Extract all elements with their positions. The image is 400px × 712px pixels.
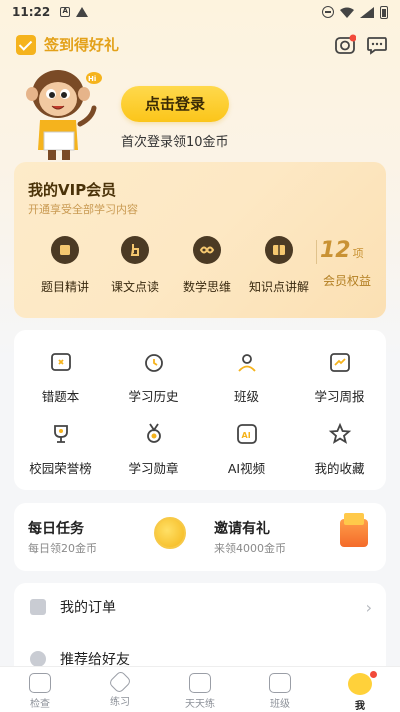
notification-a-icon: A [60,7,71,17]
vip-item-math[interactable]: 数学思维 [169,236,245,295]
class-list-icon [269,673,291,693]
nav-me[interactable]: 我 [320,667,400,712]
vip-item-topic[interactable]: 题目精讲 [27,236,103,295]
svg-text:AI: AI [241,431,250,440]
feature-class[interactable]: 班级 [200,350,293,405]
daily-check-icon [189,673,211,693]
finger-point-icon [121,236,149,264]
gift-icon[interactable] [340,513,368,547]
feature-honor-board[interactable]: 校园荣誉榜 [14,422,107,477]
infinity-icon [193,236,221,264]
feature-grid: 错题本 学习历史 班级 学习周报 校园荣誉榜 学习勋章 AI AI视频 我的收藏 [14,330,386,490]
status-time: 11:22 [12,5,51,19]
battery-icon [380,5,388,19]
daily-task-title[interactable]: 每日任务 [28,518,84,538]
feature-weekly-report[interactable]: 学习周报 [293,350,386,405]
feature-medal[interactable]: 学习勋章 [107,422,200,477]
invite-title[interactable]: 邀请有礼 [214,518,270,538]
feature-ai-video[interactable]: AI AI视频 [200,422,293,477]
feature-favorites[interactable]: 我的收藏 [293,422,386,477]
camera-icon [29,673,51,693]
invite-sub: 来领4000金币 [214,542,286,555]
feature-wrong-book[interactable]: 错题本 [14,350,107,405]
report-icon [329,353,350,372]
nav-practice[interactable]: 练习 [80,667,160,712]
vip-card[interactable]: 我的VIP会员 开通享受全部学习内容 题目精讲 课文点读 数学思维 知识点讲解 … [14,162,386,318]
login-hint: 首次登录领10金币 [121,135,229,150]
svg-text:Hi: Hi [88,75,96,83]
vip-item-knowledge[interactable]: 知识点讲解 [241,236,317,295]
vip-subtitle: 开通享受全部学习内容 [28,203,138,216]
vip-divider [316,240,317,264]
star-icon [328,422,351,444]
vip-benefit-link[interactable]: 会员权益 [317,272,377,289]
vip-item-reading[interactable]: 课文点读 [97,236,173,295]
open-book-icon [265,236,293,264]
checkin-label: 签到得好礼 [44,36,120,54]
warning-icon [76,7,89,17]
dnd-icon [322,6,334,18]
daily-task-sub: 每日领20金币 [28,542,97,555]
nav-daily[interactable]: 天天练 [160,667,240,712]
task-card: 每日任务 每日领20金币 邀请有礼 来领4000金币 [14,503,386,571]
medal-icon [146,423,161,443]
bottom-nav: 检查 练习 天天练 班级 我 [0,666,400,712]
vip-title: 我的VIP会员 [28,181,117,199]
order-icon [30,599,46,615]
scan-camera-icon[interactable] [334,34,356,56]
ai-icon: AI [236,424,257,444]
status-bar: 11:22 A [0,0,400,24]
signal-icon [360,6,374,18]
wifi-icon [340,7,354,18]
login-button[interactable]: 点击登录 [121,86,229,122]
message-icon[interactable] [366,34,388,56]
nav-check[interactable]: 检查 [0,667,80,712]
nav-me-badge [370,671,377,678]
monkey-mascot-avatar[interactable]: Hi [18,64,108,164]
checkin-check-icon [16,34,36,55]
pencil-icon [107,669,133,695]
book-icon [51,236,79,264]
chevron-right-icon: › [365,597,372,617]
feature-history[interactable]: 学习历史 [107,350,200,405]
wrong-book-icon [50,353,71,371]
list-item-orders[interactable]: 我的订单 › [14,583,386,631]
class-icon [237,354,256,372]
vip-benefit-count[interactable]: 12 项 [320,238,364,263]
nav-class[interactable]: 班级 [240,667,320,712]
clock-icon [144,354,163,372]
me-face-icon [348,673,372,695]
coin-icon[interactable] [154,517,186,549]
user-icon [30,651,46,667]
trophy-icon [53,425,68,443]
checkin-entry[interactable]: 签到得好礼 [16,34,119,55]
